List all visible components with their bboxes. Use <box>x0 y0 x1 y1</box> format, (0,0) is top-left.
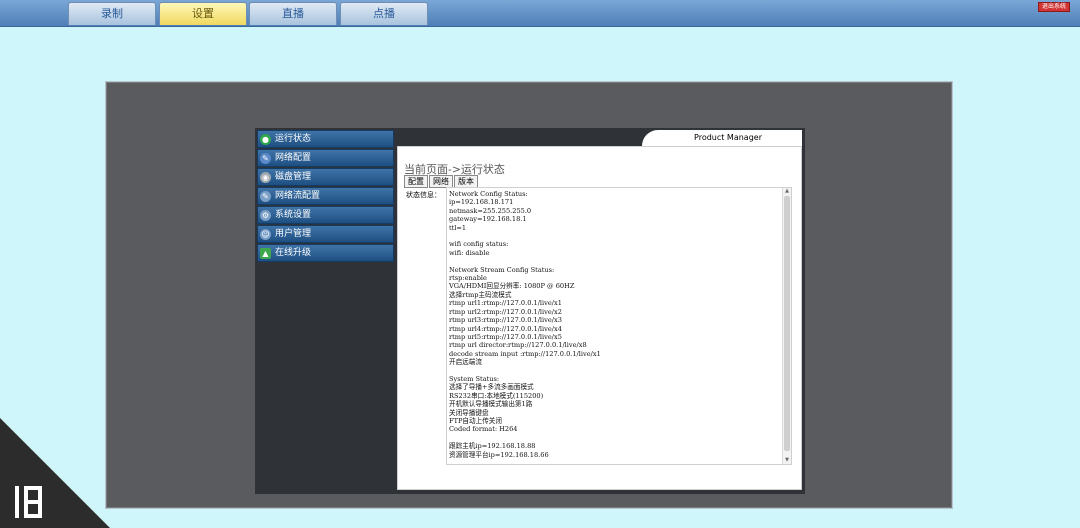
sidebar-item-system-settings[interactable]: ⚙ 系统设置 <box>257 206 394 224</box>
content-panel: Product Manager 当前页面->运行状态 配置 网络 版本 状态信息… <box>397 130 802 492</box>
sidebar-item-online-upgrade[interactable]: ▲ 在线升级 <box>257 244 394 262</box>
upgrade-icon: ▲ <box>260 247 271 259</box>
panel-body: 当前页面->运行状态 配置 网络 版本 状态信息： Network Config… <box>397 146 802 490</box>
disk-icon: ◉ <box>260 171 271 183</box>
top-navigation-bar: 录制 设置 直播 点播 退出系统 <box>0 0 1080 27</box>
sidebar-item-network-config[interactable]: ✎ 网络配置 <box>257 149 394 167</box>
sidebar-item-label: 网络流配置 <box>275 191 321 201</box>
status-text: Network Config Status: ip=192.168.18.171… <box>449 190 601 459</box>
status-textarea[interactable]: Network Config Status: ip=192.168.18.171… <box>446 187 792 465</box>
sidebar: ● 运行状态 ✎ 网络配置 ◉ 磁盘管理 ✎ 网络流配置 ⚙ 系统设置 ☺ 用户… <box>257 130 394 263</box>
stream-icon: ✎ <box>260 190 271 202</box>
gear-icon: ⚙ <box>260 209 271 221</box>
sidebar-item-user-management[interactable]: ☺ 用户管理 <box>257 225 394 243</box>
sidebar-item-label: 系统设置 <box>275 210 312 220</box>
scroll-up-icon[interactable]: ▲ <box>783 188 791 195</box>
status-icon: ● <box>260 133 271 145</box>
panel-header: Product Manager <box>397 130 802 146</box>
exit-system-button[interactable]: 退出系统 <box>1038 2 1070 12</box>
corner-logo <box>0 418 110 528</box>
sidebar-item-disk-management[interactable]: ◉ 磁盘管理 <box>257 168 394 186</box>
users-icon: ☺ <box>260 228 271 240</box>
scrollbar[interactable]: ▲ ▼ <box>782 188 791 464</box>
sidebar-item-label: 用户管理 <box>275 229 312 239</box>
tab-live[interactable]: 直播 <box>249 2 337 25</box>
tab-record[interactable]: 录制 <box>68 2 156 25</box>
network-icon: ✎ <box>260 152 271 164</box>
sidebar-item-label: 运行状态 <box>275 134 312 144</box>
sidebar-item-stream-config[interactable]: ✎ 网络流配置 <box>257 187 394 205</box>
scroll-thumb[interactable] <box>784 196 790 451</box>
tab-settings[interactable]: 设置 <box>159 2 247 25</box>
sidebar-item-run-status[interactable]: ● 运行状态 <box>257 130 394 148</box>
sidebar-item-label: 在线升级 <box>275 248 312 258</box>
config-button[interactable]: 配置 <box>404 175 428 188</box>
app-window: ● 运行状态 ✎ 网络配置 ◉ 磁盘管理 ✎ 网络流配置 ⚙ 系统设置 ☺ 用户… <box>255 128 805 494</box>
status-info-label: 状态信息： <box>406 191 441 199</box>
product-manager-label: Product Manager <box>694 133 762 142</box>
sidebar-item-label: 网络配置 <box>275 153 312 163</box>
scroll-down-icon[interactable]: ▼ <box>783 457 791 464</box>
sidebar-item-label: 磁盘管理 <box>275 172 312 182</box>
tab-vod[interactable]: 点播 <box>340 2 428 25</box>
